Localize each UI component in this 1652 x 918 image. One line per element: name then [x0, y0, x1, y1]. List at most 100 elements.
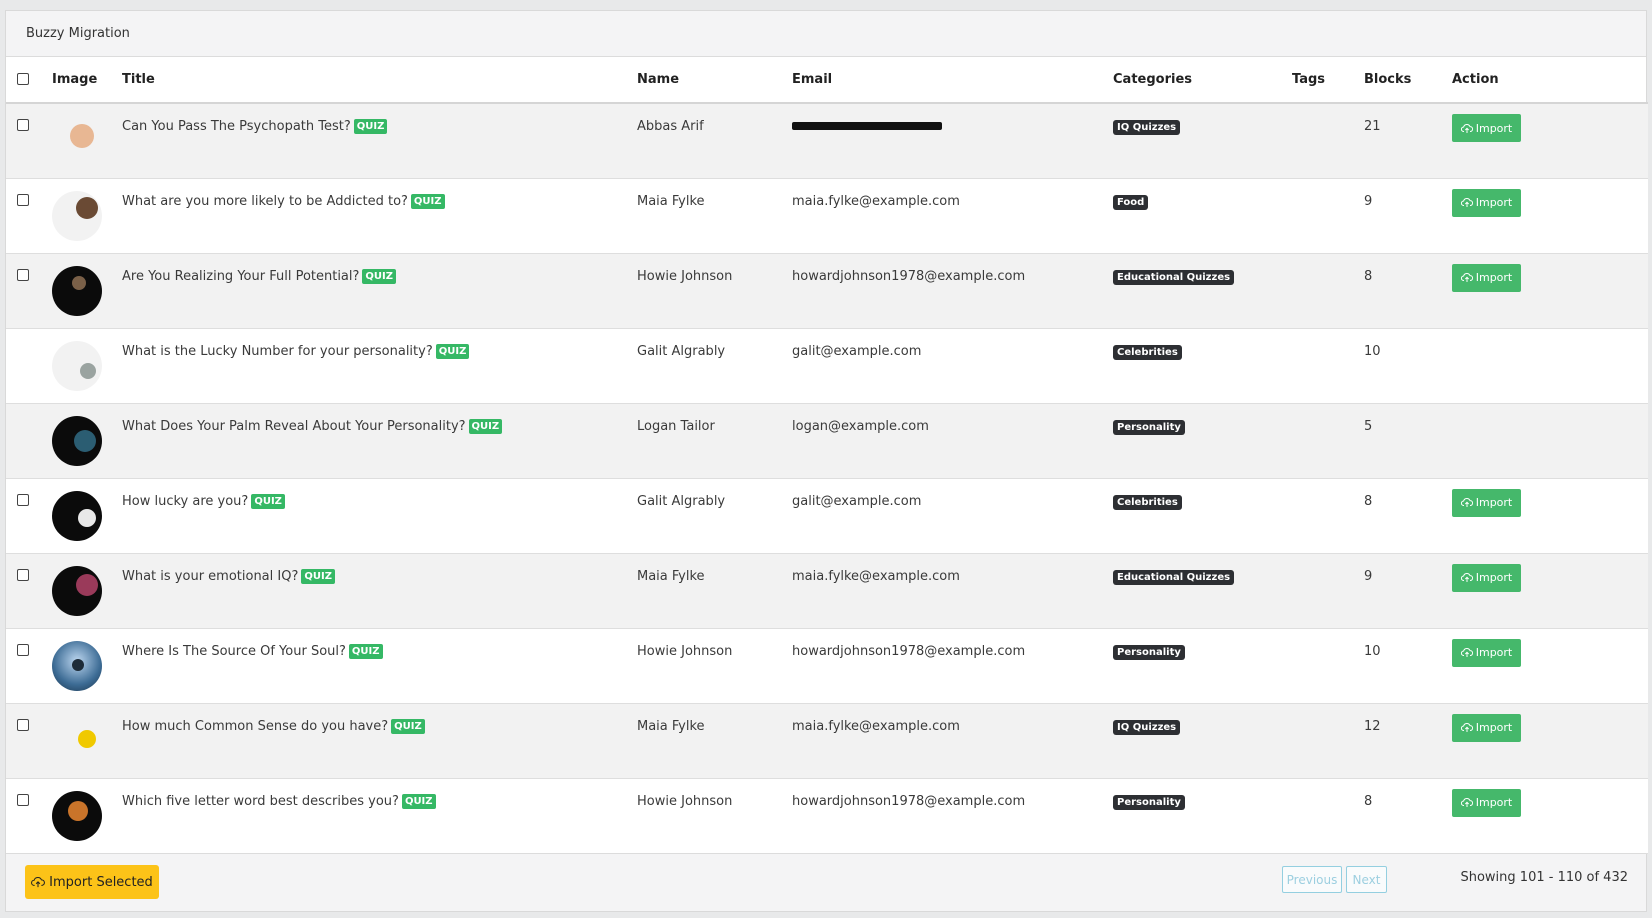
cloud-upload-icon [1460, 798, 1473, 807]
row-email: maia.fylke@example.com [792, 193, 960, 209]
category-badge: IQ Quizzes [1113, 719, 1181, 735]
table-body: Can You Pass The Psychopath Test? QUIZ Ab… [6, 103, 1648, 853]
row-email: howardjohnson1978@example.com [792, 268, 1026, 284]
thumb-shape [72, 658, 84, 671]
row-title[interactable]: Which five letter word best describes yo… [122, 794, 399, 809]
table-footer: Import Selected Previous Next Showing 10… [6, 853, 1646, 911]
quiz-badge: QUIZ [251, 493, 285, 509]
row-author-name: Logan Tailor [637, 418, 715, 434]
cloud-upload-icon [1460, 123, 1473, 133]
row-email: logan@example.com [792, 418, 929, 434]
row-title[interactable]: How much Common Sense do you have? [122, 719, 388, 734]
lucky-image [52, 490, 102, 541]
quiz-badge: QUIZ [468, 418, 503, 434]
category-badge: Celebrities [1113, 494, 1182, 510]
row-blocks: 8 [1364, 793, 1373, 809]
row-checkbox[interactable] [17, 793, 29, 806]
row-title[interactable]: What Does Your Palm Reveal About Your Pe… [122, 419, 466, 434]
row-title[interactable]: What is the Lucky Number for your person… [122, 344, 433, 359]
category-badge: Personality [1113, 644, 1185, 660]
thumb-shape [72, 275, 86, 290]
row-checkbox[interactable] [17, 643, 29, 656]
column-header-action: Action [1452, 57, 1648, 104]
row-email: howardjohnson1978@example.com [792, 793, 1026, 809]
row-checkbox[interactable] [17, 268, 29, 281]
row-blocks: 8 [1364, 493, 1373, 509]
row-author-name: Galit Algrably [637, 343, 726, 359]
row-checkbox[interactable] [17, 493, 29, 506]
column-header-name: Name [637, 57, 792, 104]
table-row: What Does Your Palm Reveal About Your Pe… [6, 403, 1648, 478]
lucky-number-image [52, 340, 102, 391]
import-button[interactable]: Import [1452, 114, 1521, 142]
row-checkbox[interactable] [17, 718, 29, 731]
row-blocks: 21 [1364, 119, 1381, 134]
row-blocks: 10 [1364, 343, 1381, 359]
column-header-categories: Categories [1113, 57, 1292, 104]
table-row: What are you more likely to be Addicted … [6, 178, 1648, 253]
import-selected-button[interactable]: Import Selected [25, 865, 159, 899]
number-five-image [52, 790, 102, 841]
next-page-button[interactable]: Next [1346, 866, 1387, 893]
import-button-label: Import [1475, 646, 1513, 659]
row-author-name: Maia Fylke [637, 193, 705, 209]
row-title[interactable]: Where Is The Source Of Your Soul? [122, 644, 346, 659]
cloud-upload-icon [1460, 723, 1473, 732]
row-email: galit@example.com [792, 493, 922, 509]
thumb-shape [76, 573, 98, 596]
meditation-image [52, 640, 102, 691]
previous-label: Previous [1286, 872, 1338, 887]
pagination-status: Showing 101 - 110 of 432 [1460, 870, 1628, 885]
import-selected-label: Import Selected [49, 874, 153, 890]
import-button[interactable]: Import [1452, 713, 1521, 742]
row-email: howardjohnson1978@example.com [792, 643, 1026, 659]
thumb-shape [76, 196, 98, 219]
quiz-badge: QUIZ [435, 343, 470, 359]
row-email: galit@example.com [792, 343, 922, 359]
table-row: How lucky are you? QUIZ Galit Algrably ga… [6, 478, 1648, 553]
import-button[interactable]: Import [1452, 638, 1521, 667]
import-button-label: Import [1475, 121, 1513, 135]
table-row: How much Common Sense do you have? QUIZ M… [6, 703, 1648, 778]
migration-panel: Buzzy Migration Image Title Name Email C… [5, 10, 1648, 912]
thumb-shape [78, 508, 96, 527]
thumb-shape [70, 124, 94, 148]
row-author-name: Abbas Arif [637, 119, 704, 134]
row-checkbox[interactable] [17, 193, 29, 206]
column-header-blocks: Blocks [1364, 57, 1452, 104]
row-blocks: 12 [1364, 718, 1381, 734]
row-blocks: 9 [1364, 568, 1373, 584]
row-checkbox[interactable] [17, 568, 29, 581]
quiz-badge: QUIZ [410, 193, 445, 209]
cloud-upload-icon [1460, 498, 1473, 507]
import-button[interactable]: Import [1452, 488, 1521, 517]
category-badge: Personality [1113, 419, 1185, 435]
row-title[interactable]: Can You Pass The Psychopath Test? [122, 119, 351, 134]
thumb-shape [74, 429, 96, 452]
row-blocks: 10 [1364, 643, 1381, 659]
category-badge: Celebrities [1113, 344, 1182, 360]
woman-portrait-image [52, 190, 102, 241]
quiz-badge: QUIZ [391, 718, 425, 734]
import-button-label: Import [1475, 196, 1513, 209]
row-title[interactable]: What is your emotional IQ? [122, 569, 298, 584]
import-button[interactable]: Import [1452, 188, 1521, 217]
palm-image [52, 415, 102, 466]
row-title[interactable]: What are you more likely to be Addicted … [122, 194, 408, 209]
table-row: What is the Lucky Number for your person… [6, 328, 1648, 403]
previous-page-button[interactable]: Previous [1282, 866, 1342, 893]
row-title[interactable]: Are You Realizing Your Full Potential? [122, 269, 359, 284]
row-checkbox[interactable] [17, 119, 29, 131]
redacted-email [792, 122, 942, 130]
row-email: maia.fylke@example.com [792, 718, 960, 734]
select-all-checkbox[interactable] [17, 72, 29, 85]
cloud-upload-icon [31, 876, 46, 888]
quiz-badge: QUIZ [348, 643, 383, 659]
row-title[interactable]: How lucky are you? [122, 494, 248, 509]
row-author-name: Maia Fylke [637, 568, 705, 584]
import-button[interactable]: Import [1452, 563, 1521, 592]
import-button[interactable]: Import [1452, 263, 1521, 292]
cloud-upload-icon [1460, 273, 1473, 282]
row-blocks: 5 [1364, 418, 1373, 434]
import-button[interactable]: Import [1452, 788, 1521, 817]
